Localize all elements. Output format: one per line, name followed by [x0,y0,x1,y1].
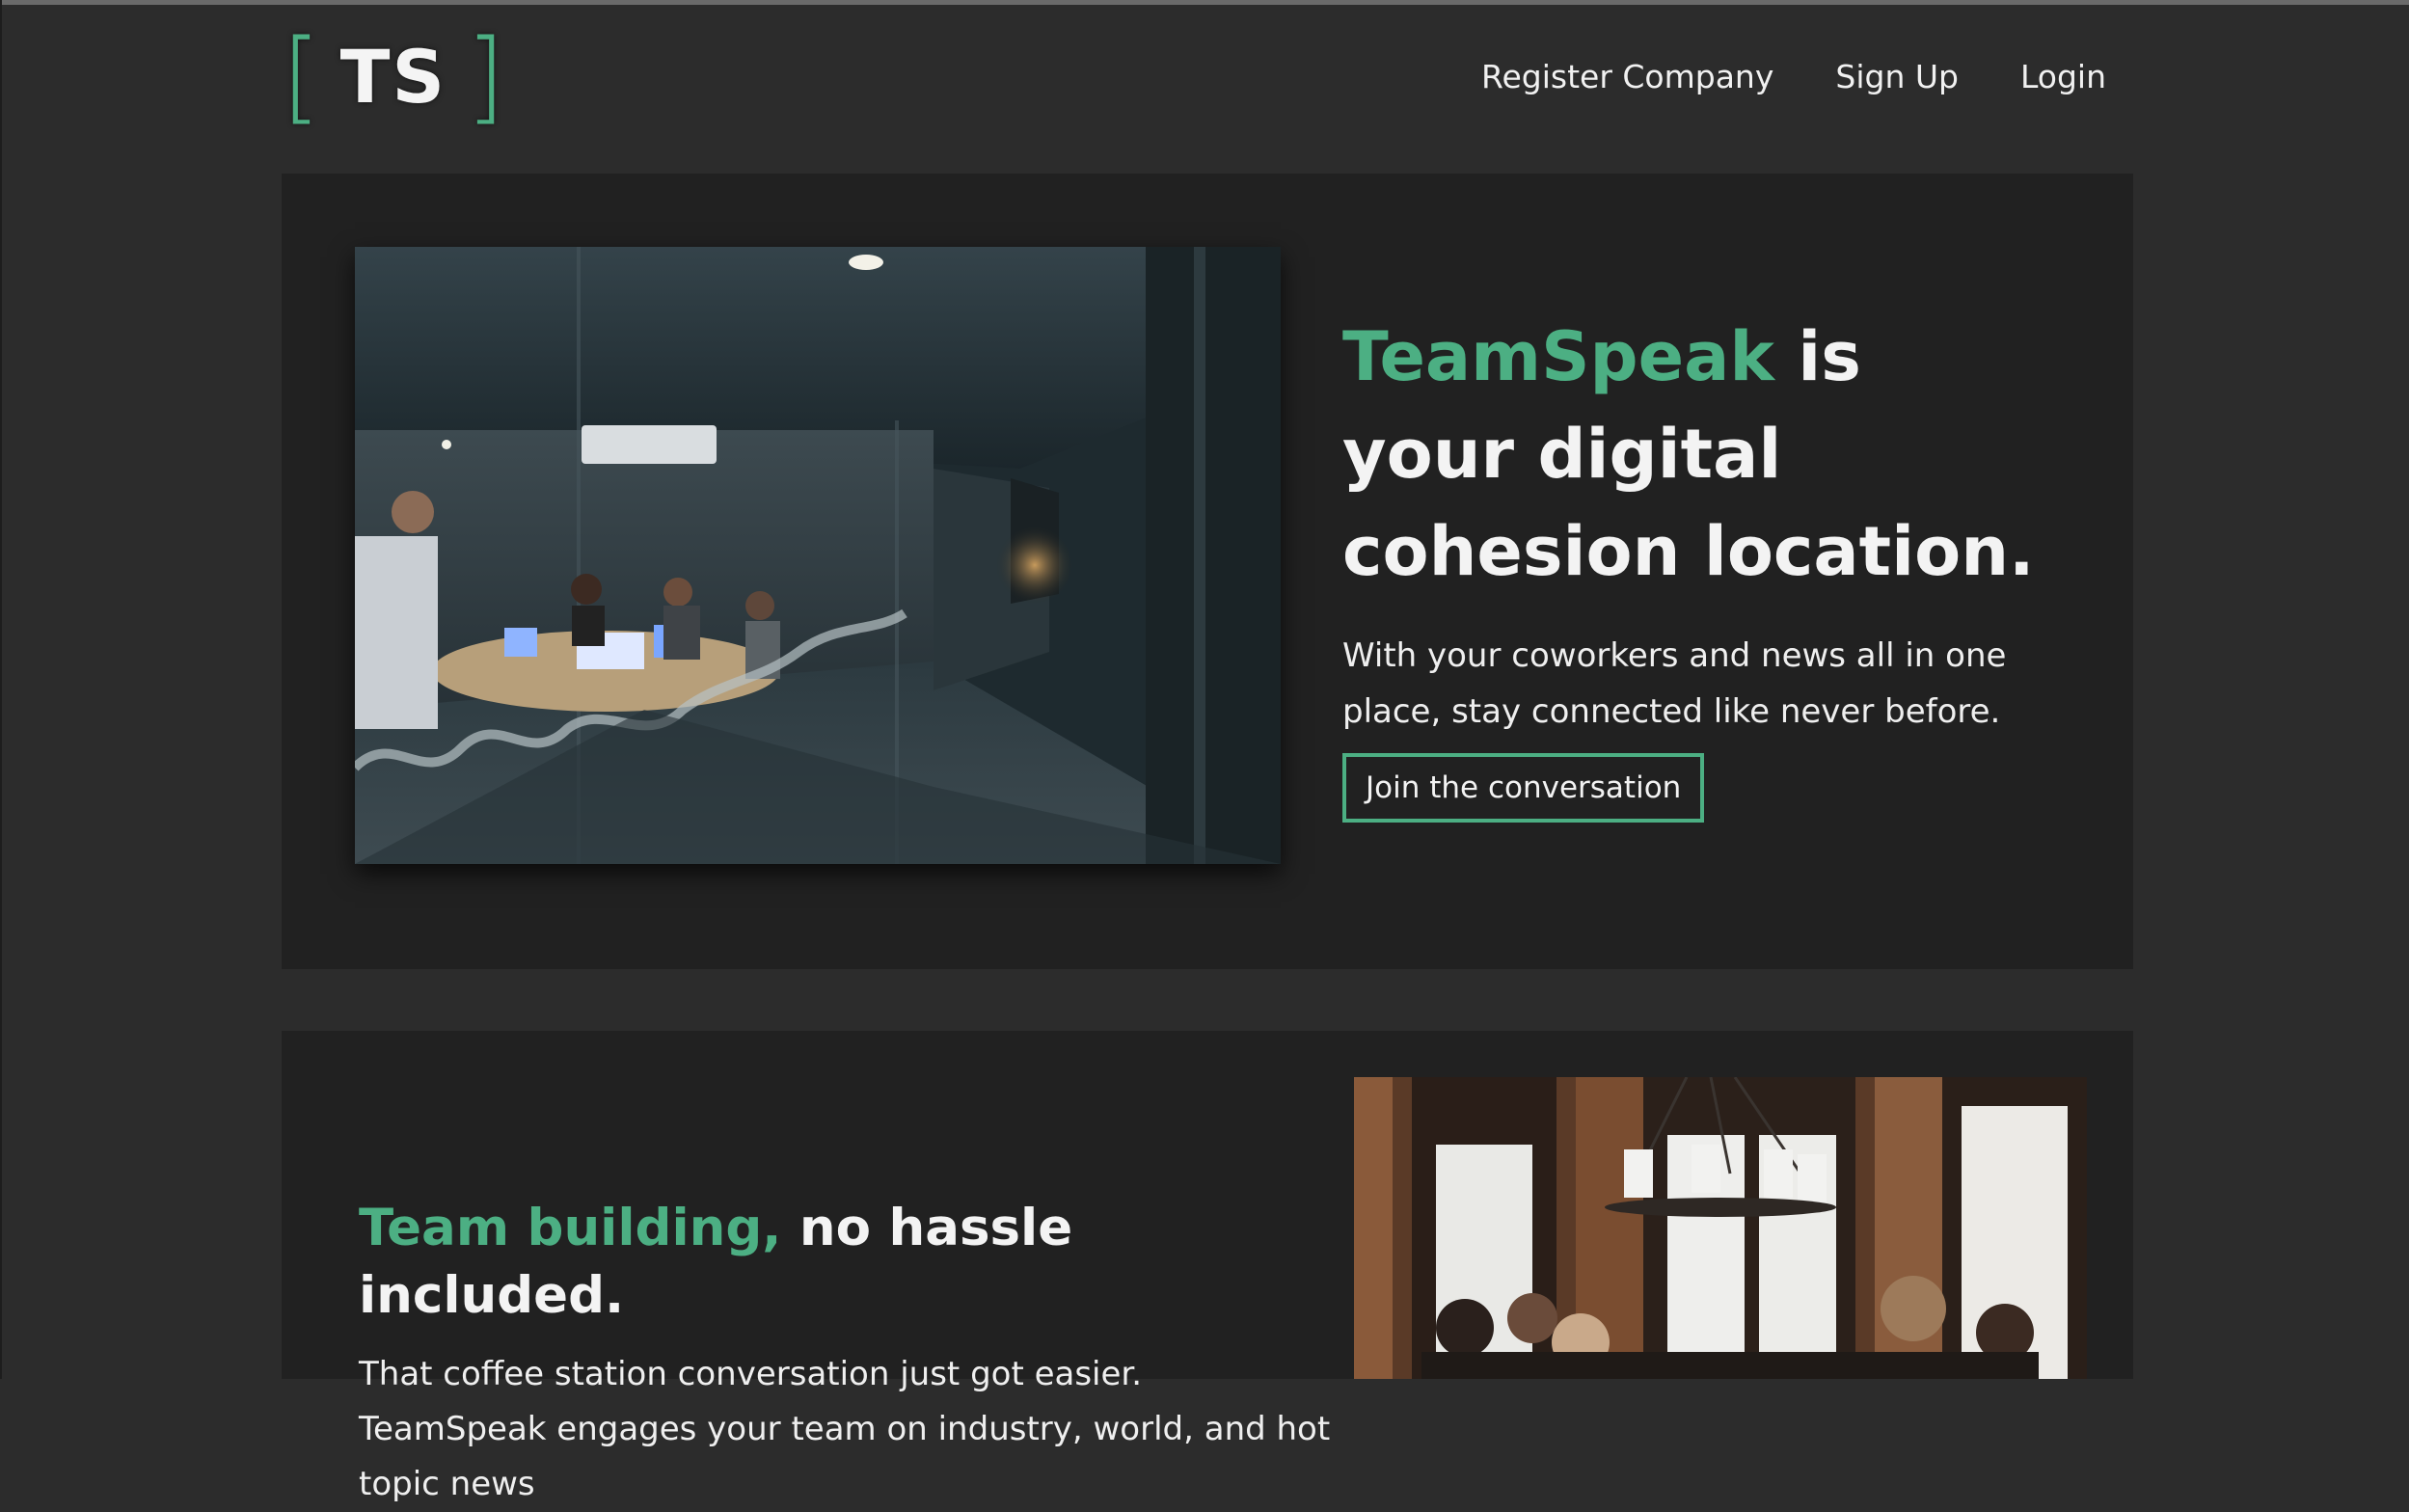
hero-text-block: TeamSpeak is your digital cohesion locat… [1342,309,2037,823]
hero-headline-accent: TeamSpeak [1342,317,1774,396]
site-header: [ TS ] Register Company Sign Up Login [282,5,2133,174]
hero-office-meeting-image [355,247,1281,864]
team-building-headline: Team building, no hassle included. [359,1195,1333,1330]
team-building-body: That coffee station conversation just go… [359,1355,1331,1503]
nav-register-company[interactable]: Register Company [1481,58,1773,95]
team-meeting-image [1354,1077,2087,1379]
window-left-border [0,0,2,1379]
logo-letters: TS [339,33,447,120]
nav-sign-up[interactable]: Sign Up [1835,58,1959,95]
hero-headline: TeamSpeak is your digital cohesion locat… [1342,309,2037,601]
team-building-headline-accent: Team building, [359,1199,782,1257]
team-building-text-block: Team building, no hassle included. That … [359,1195,1333,1512]
logo[interactable]: [ TS ] [282,17,505,135]
team-building-section: Team building, no hassle included. That … [282,1031,2133,1503]
hero-section: TeamSpeak is your digital cohesion locat… [282,174,2133,969]
join-conversation-button[interactable]: Join the conversation [1342,753,1705,823]
hero-subtitle: With your coworkers and news all in one … [1342,636,2007,731]
main-nav: Register Company Sign Up Login [1481,58,2106,95]
nav-login[interactable]: Login [2020,58,2106,95]
logo-right-bracket: ] [466,17,505,135]
logo-left-bracket: [ [282,17,321,135]
